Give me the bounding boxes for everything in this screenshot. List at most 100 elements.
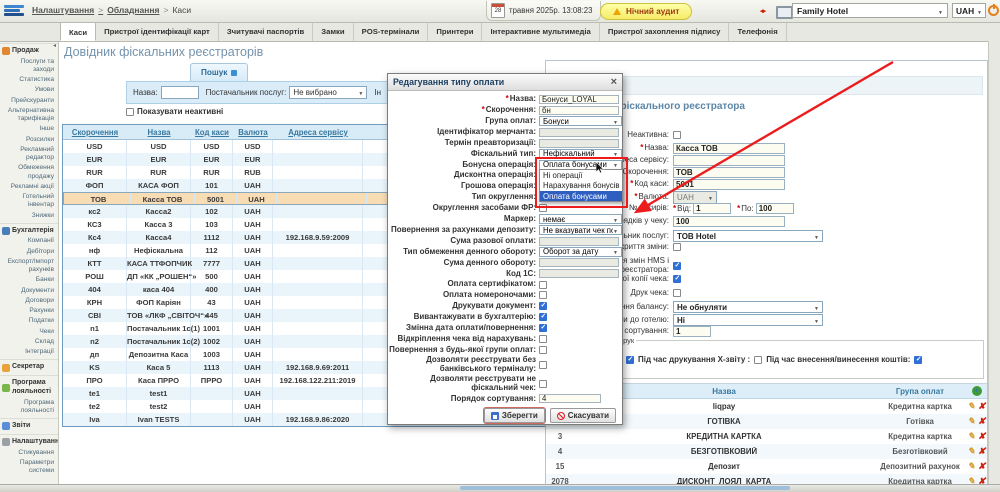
col-pay-group[interactable]: Група оплат bbox=[874, 387, 966, 396]
device-tab[interactable]: Замки bbox=[313, 22, 353, 41]
device-tab[interactable]: Пристрої ідентифікації карт bbox=[96, 22, 219, 41]
edit-icon[interactable] bbox=[967, 447, 975, 456]
abbr-field[interactable]: ТОВ bbox=[673, 167, 785, 178]
sidebar-item[interactable]: Компанії bbox=[0, 236, 58, 246]
col-code[interactable]: Код каси bbox=[191, 128, 233, 137]
sidebar-item[interactable]: Статистика bbox=[0, 75, 58, 85]
power-icon[interactable] bbox=[988, 5, 999, 16]
sidebar-item[interactable]: Розсилки bbox=[0, 135, 58, 145]
show-inactive-toggle[interactable]: Показувати неактивні bbox=[126, 107, 223, 116]
sidebar-item[interactable]: Секретар bbox=[0, 359, 58, 373]
date-widget[interactable]: 28 травня 2025р. 13:08:23 bbox=[486, 1, 601, 21]
sidebar-collapse-icon[interactable]: ◂ bbox=[53, 42, 56, 49]
sidebar-item[interactable]: Банки bbox=[0, 275, 58, 285]
payment-name-field[interactable]: Бонуси_LOYAL bbox=[539, 95, 619, 104]
night-audit-badge[interactable]: Нічний аудит bbox=[600, 3, 692, 20]
print-check-checkbox[interactable] bbox=[673, 289, 681, 297]
lines-field[interactable]: 100 bbox=[673, 216, 785, 227]
col-address[interactable]: Адреса сервісу bbox=[273, 128, 363, 137]
sidebar-item[interactable]: Документи bbox=[0, 286, 58, 296]
col-abbr[interactable]: Скорочення bbox=[63, 128, 127, 137]
provider-select[interactable]: ТОВ Hotel bbox=[673, 230, 823, 242]
code-field[interactable]: 5001 bbox=[673, 179, 785, 190]
sidebar-item[interactable]: Параметри системи bbox=[0, 458, 58, 476]
non-fiscal-checkbox[interactable] bbox=[539, 380, 547, 388]
sidebar-item[interactable]: Дебітори bbox=[0, 247, 58, 257]
fr-rounding-checkbox[interactable] bbox=[539, 204, 547, 212]
payment-row[interactable]: 4 БЕЗГОТІВКОВИЙ Безготівковий bbox=[546, 444, 987, 459]
sidebar-item[interactable]: Програма лояльності bbox=[0, 375, 58, 398]
payment-row[interactable]: 3 КРЕДИТНА КАРТКА Кредитна картка bbox=[546, 429, 987, 444]
save-button[interactable]: Зберегти bbox=[484, 408, 545, 423]
cancel-button[interactable]: Скасувати bbox=[550, 408, 616, 423]
sidebar-item[interactable]: Послуги та заходи bbox=[0, 57, 58, 75]
print-document-checkbox[interactable] bbox=[539, 302, 547, 310]
device-tab[interactable]: Принтери bbox=[428, 22, 482, 41]
provider-filter-select[interactable]: Не вибрано bbox=[289, 86, 367, 99]
sidebar-item[interactable]: Умови bbox=[0, 85, 58, 95]
breadcrumb-item[interactable]: Налаштування bbox=[32, 5, 94, 15]
delete-icon[interactable] bbox=[978, 462, 986, 471]
hotel-select[interactable]: Family Hotel bbox=[792, 3, 948, 18]
deposit-return-select[interactable]: Не вказувати чек пол bbox=[539, 225, 622, 235]
fiscal-type-select[interactable]: Нефіскальний bbox=[539, 149, 622, 159]
add-payment-icon[interactable] bbox=[972, 386, 982, 396]
any-group-return-checkbox[interactable] bbox=[539, 346, 547, 354]
sidebar-item[interactable]: Склад bbox=[0, 337, 58, 347]
horizontal-scrollbar[interactable] bbox=[460, 486, 790, 490]
cashier-to-field[interactable]: 100 bbox=[756, 203, 794, 214]
daily-limit-select[interactable]: Оборот за дату bbox=[539, 247, 622, 257]
detach-check-checkbox[interactable] bbox=[539, 335, 547, 343]
currency-select[interactable]: UAH bbox=[952, 3, 986, 18]
edit-icon[interactable] bbox=[967, 402, 975, 411]
shift-open-checkbox[interactable] bbox=[673, 243, 681, 251]
monitor-icon[interactable] bbox=[776, 6, 793, 19]
sidebar-item[interactable]: Чеки bbox=[0, 327, 58, 337]
physical-copy-checkbox[interactable] bbox=[673, 275, 681, 283]
delete-icon[interactable] bbox=[978, 432, 986, 441]
device-tab[interactable]: Телефонія bbox=[729, 22, 786, 41]
sync-checkbox[interactable] bbox=[673, 262, 681, 270]
show-inactive-checkbox[interactable] bbox=[126, 108, 134, 116]
breadcrumb-item[interactable]: Каси bbox=[163, 5, 191, 15]
balance-select[interactable]: Не обнуляти bbox=[673, 301, 823, 313]
variable-date-checkbox[interactable] bbox=[539, 324, 547, 332]
no-terminal-checkbox[interactable] bbox=[539, 361, 547, 369]
tab-search[interactable]: Пошук bbox=[190, 63, 248, 81]
sidebar-item[interactable]: Стикування bbox=[0, 448, 58, 458]
certificate-checkbox[interactable] bbox=[539, 281, 547, 289]
marker-select[interactable]: немає bbox=[539, 214, 622, 224]
col-name[interactable]: Назва bbox=[127, 128, 191, 137]
delete-icon[interactable] bbox=[978, 417, 986, 426]
sidebar-item[interactable]: Рахунки bbox=[0, 306, 58, 316]
address-field[interactable] bbox=[673, 155, 785, 166]
device-tab[interactable]: POS-термінали bbox=[354, 22, 429, 41]
dropdown-option[interactable]: Нарахування бонусів bbox=[540, 180, 622, 191]
device-tab[interactable]: Каси bbox=[60, 22, 96, 41]
payment-row[interactable]: 15 Депозит Депозитний рахунок bbox=[546, 459, 987, 474]
sidebar-item[interactable]: Рекламний редактор bbox=[0, 145, 58, 163]
col-currency[interactable]: Валюта bbox=[233, 128, 273, 137]
inactive-checkbox[interactable] bbox=[673, 131, 681, 139]
sidebar-item[interactable]: Знижки bbox=[0, 211, 58, 221]
sidebar-item[interactable]: Податки bbox=[0, 316, 58, 326]
sidebar-item[interactable]: Рекламні акції bbox=[0, 182, 58, 192]
dropdown-option[interactable]: Ні операції bbox=[540, 170, 622, 181]
cash-io-extra-checkbox[interactable] bbox=[914, 356, 922, 364]
name-field[interactable]: Касса ТОВ bbox=[673, 143, 785, 154]
swap-arrows-icon[interactable]: ◂▸ bbox=[760, 7, 765, 15]
sidebar-item[interactable]: Альтернативна тарифікація bbox=[0, 106, 58, 124]
sidebar-item[interactable]: Звіти bbox=[0, 418, 58, 432]
close-icon[interactable] bbox=[611, 77, 617, 88]
device-tab[interactable]: Інтерактивне мультимедіа bbox=[482, 22, 599, 41]
sidebar-item[interactable]: Інтеграції bbox=[0, 347, 58, 357]
dropdown-option[interactable]: Оплата бонусами bbox=[540, 191, 622, 202]
edit-icon[interactable] bbox=[967, 432, 975, 441]
device-tab[interactable]: Зчитувачі паспортів bbox=[219, 22, 313, 41]
sidebar-item[interactable]: Експорт/Імпорт рахунків bbox=[0, 257, 58, 275]
payment-abbr-field[interactable]: бн bbox=[539, 106, 619, 115]
sidebar-item[interactable]: Продаж bbox=[0, 43, 58, 57]
sidebar-item[interactable]: Програма лояльності bbox=[0, 398, 58, 416]
sort-field[interactable]: 1 bbox=[673, 326, 711, 337]
breadcrumb-item[interactable]: Обладнання bbox=[98, 5, 159, 15]
